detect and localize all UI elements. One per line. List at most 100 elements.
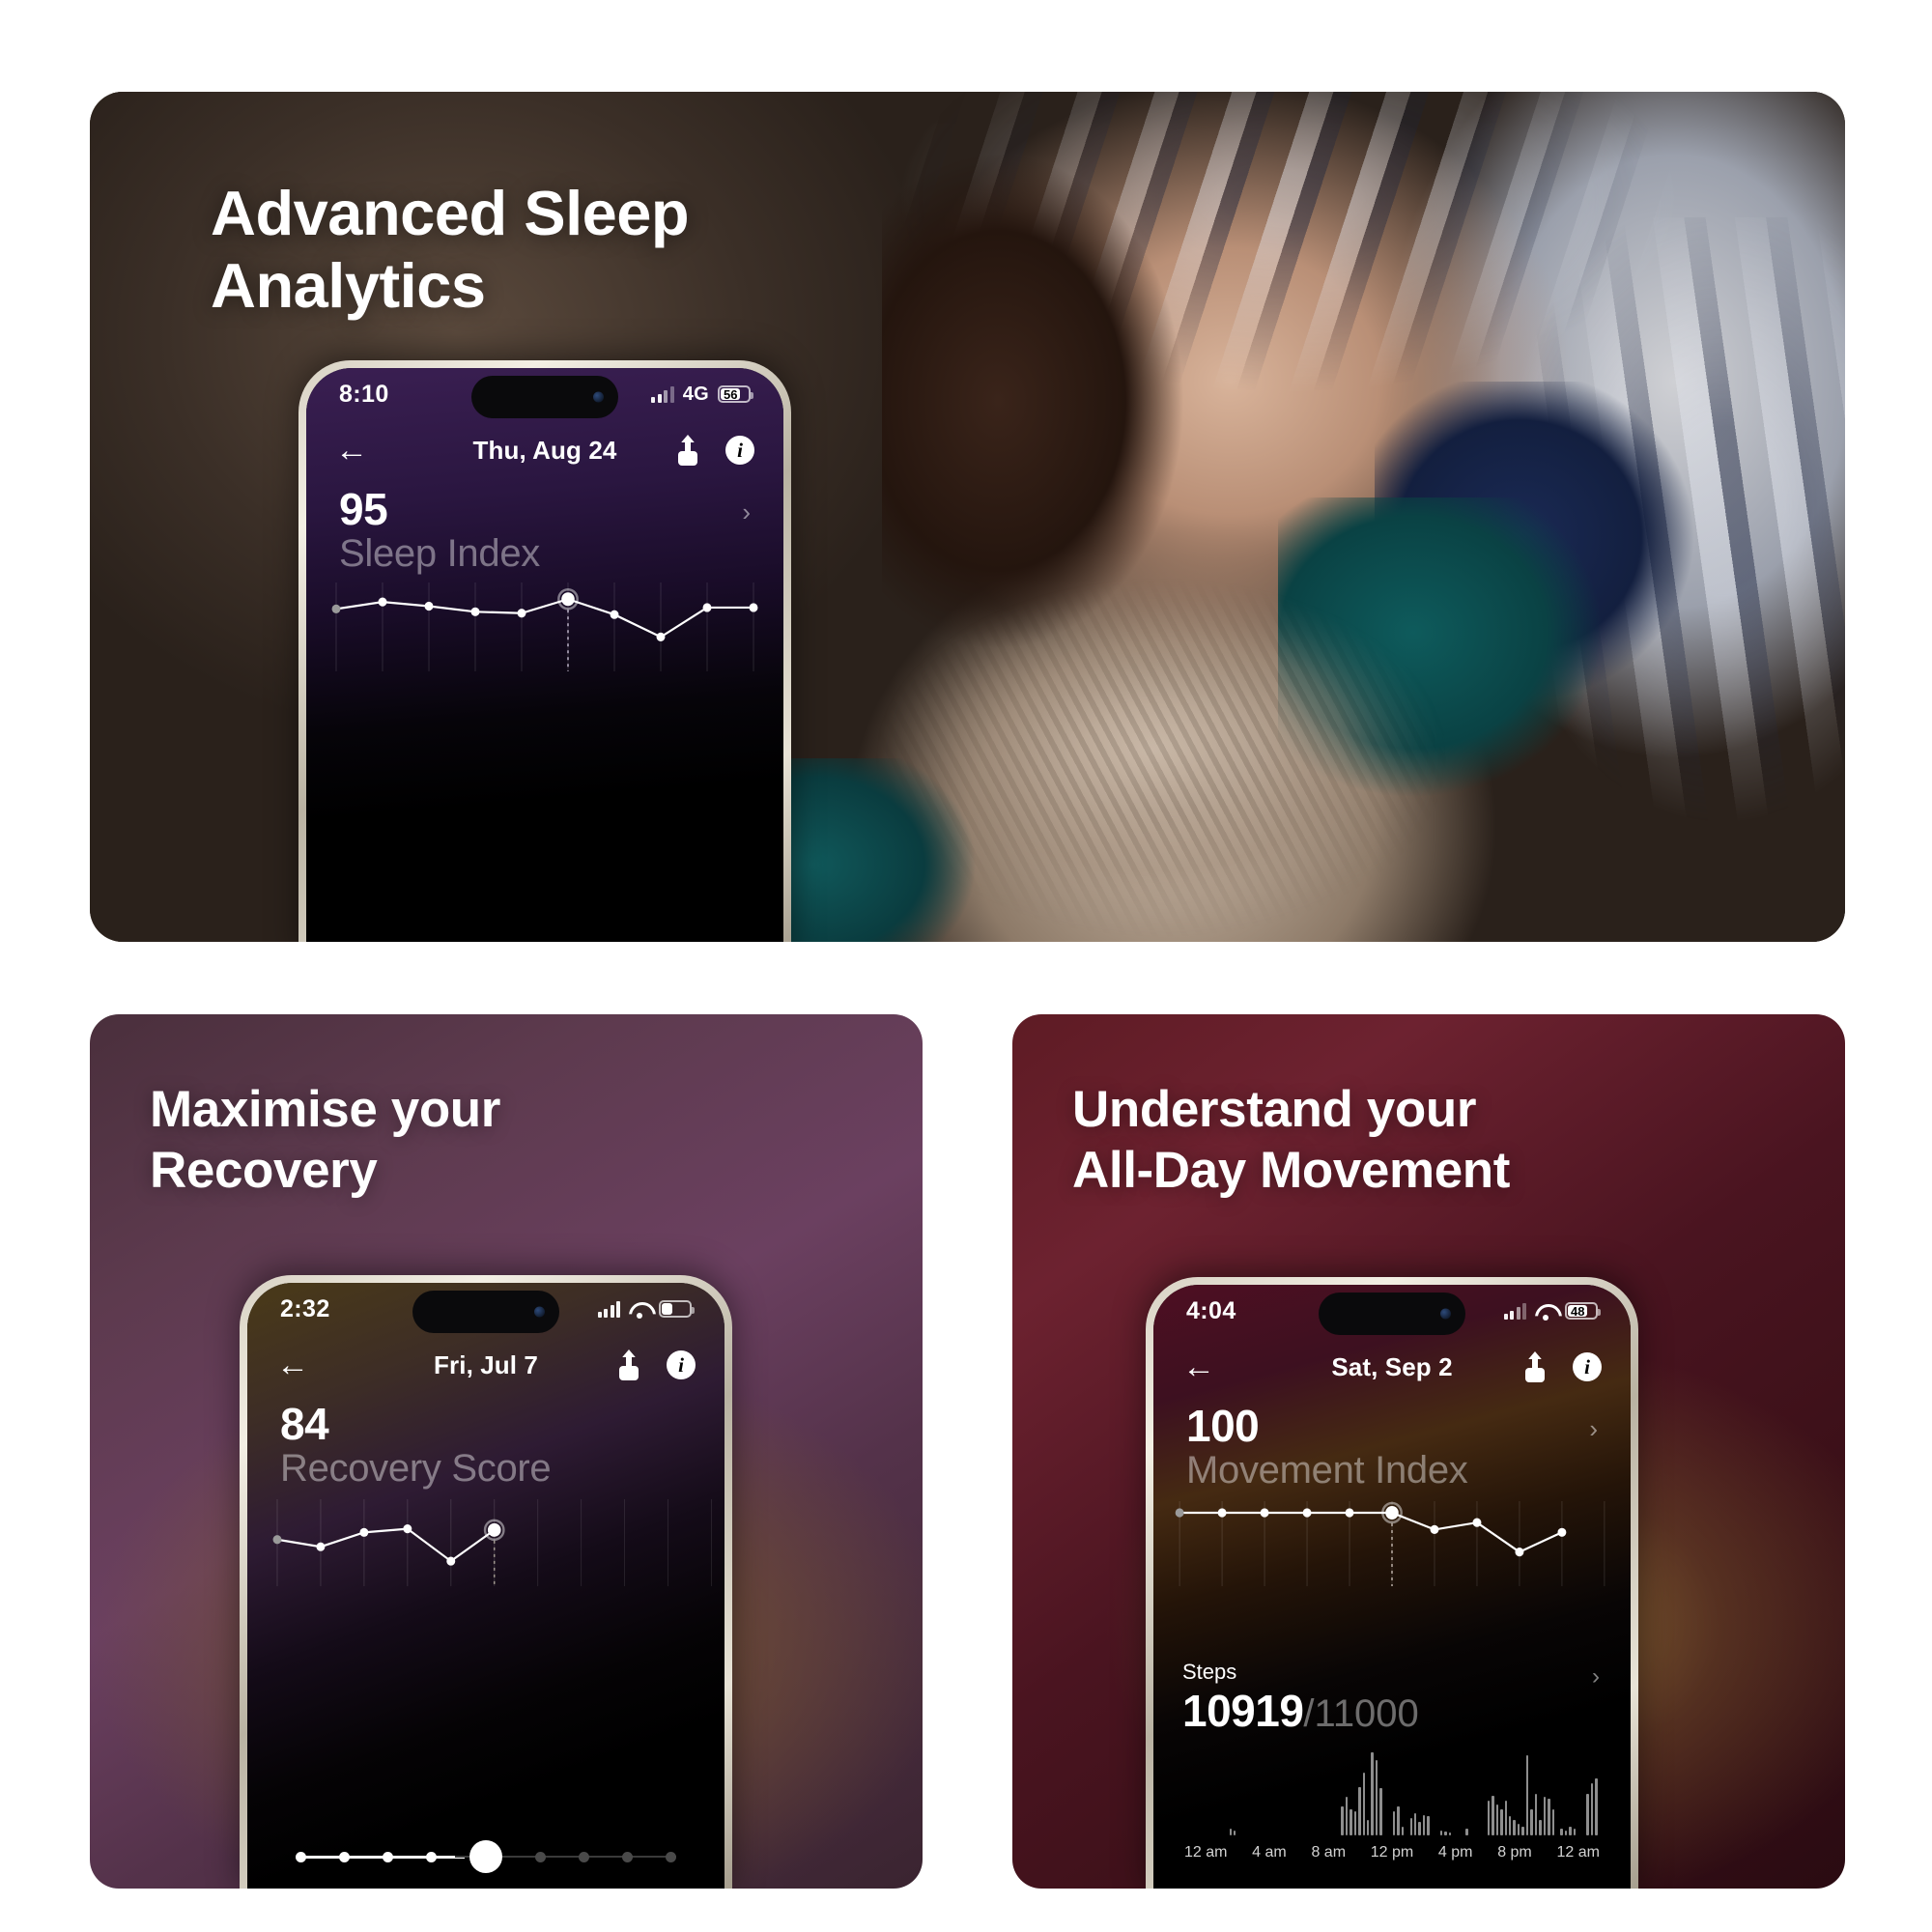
steps-hourly-bar-chart (1182, 1752, 1602, 1836)
battery-level-fill (662, 1303, 672, 1315)
steps-bar (1564, 1830, 1568, 1836)
slider-step-dot[interactable] (535, 1851, 546, 1862)
metric-header-sleep[interactable]: 95 Sleep Index › (306, 476, 783, 576)
status-time: 4:04 (1186, 1296, 1236, 1324)
steps-bar (1414, 1812, 1417, 1836)
slider-step-dot[interactable] (383, 1851, 393, 1862)
steps-bar (1548, 1799, 1550, 1836)
steps-section[interactable]: Steps 10919/11000 › 12 am 4 am 8 am 12 pm 4 … (1153, 1660, 1631, 1861)
steps-bar (1569, 1827, 1572, 1836)
chevron-right-icon[interactable]: › (742, 497, 751, 527)
arrow-left-icon[interactable]: ← (335, 434, 368, 467)
sleep-index-trend-chart[interactable] (306, 579, 783, 685)
status-indicators (597, 1300, 695, 1319)
steps-goal: /11000 (1303, 1692, 1419, 1736)
steps-bar (1229, 1829, 1232, 1836)
steps-bar (1586, 1793, 1589, 1836)
recovery-score-label: Recovery Score (280, 1447, 552, 1491)
info-icon[interactable]: i (725, 436, 754, 465)
steps-bar (1539, 1820, 1542, 1836)
steps-bar (1427, 1816, 1430, 1836)
slider-step-dot[interactable] (426, 1851, 437, 1862)
chart-data-points (272, 1519, 505, 1566)
slider-step-dot[interactable] (579, 1851, 589, 1862)
hero-card-sleep: Advanced Sleep Analytics 8:10 4G 56 ← Th… (90, 92, 1845, 942)
steps-bar (1465, 1829, 1468, 1836)
steps-bar (1508, 1816, 1512, 1836)
steps-bar (1350, 1809, 1352, 1836)
cellular-signal-icon (597, 1300, 620, 1318)
phone-screen-recovery: 2:32 ← Fri, Jul 7 i 84 Recovery Score (247, 1283, 724, 1889)
share-icon[interactable] (673, 435, 702, 466)
status-indicators: 48 (1503, 1302, 1601, 1321)
steps-bar (1392, 1810, 1396, 1836)
steps-bar (1504, 1801, 1507, 1836)
steps-bar (1418, 1821, 1421, 1836)
steps-bar (1530, 1809, 1533, 1836)
chart-gridlines (335, 582, 754, 672)
steps-bar (1573, 1829, 1577, 1836)
steps-bar (1375, 1760, 1378, 1836)
steps-label: Steps (1182, 1660, 1237, 1685)
card-title-movement: Understand your All-Day Movement (1072, 1081, 1511, 1199)
time-axis-label: 4 pm (1437, 1844, 1473, 1861)
slider-step-dot[interactable] (666, 1851, 676, 1862)
status-indicators: 4G 56 (651, 383, 753, 406)
slider-steps[interactable] (296, 1835, 676, 1878)
dynamic-island (412, 1291, 559, 1333)
phone-mockup-movement: 4:04 48 ← Sat, Sep 2 i 100 Movement Inde… (1146, 1277, 1638, 1889)
dynamic-island (471, 376, 618, 418)
chevron-right-icon[interactable]: › (1592, 1663, 1600, 1690)
cellular-signal-icon (651, 385, 674, 403)
steps-bar (1397, 1805, 1400, 1836)
recovery-score-trend-chart[interactable] (247, 1495, 724, 1600)
steps-bar (1409, 1818, 1413, 1836)
steps-bar (1401, 1827, 1405, 1836)
slider-step-dot[interactable] (469, 1840, 502, 1874)
page-title-date: Sat, Sep 2 (1331, 1351, 1453, 1381)
arrow-left-icon[interactable]: ← (276, 1349, 309, 1381)
app-navbar-movement: ← Sat, Sep 2 i (1153, 1337, 1631, 1393)
chevron-right-icon[interactable]: › (1589, 1414, 1598, 1444)
steps-bar (1379, 1787, 1382, 1836)
app-navbar-sleep: ← Thu, Aug 24 i (306, 420, 783, 476)
movement-index-trend-chart[interactable] (1153, 1497, 1631, 1602)
metric-header-recovery[interactable]: 84 Recovery Score (247, 1391, 724, 1491)
share-icon[interactable] (614, 1350, 643, 1380)
steps-bar (1513, 1820, 1516, 1836)
info-icon[interactable]: i (667, 1350, 696, 1379)
slider-step-dot[interactable] (622, 1851, 633, 1862)
steps-bar (1345, 1797, 1349, 1836)
network-type-label: 4G (682, 383, 709, 405)
recovery-rating-slider[interactable] (296, 1835, 676, 1878)
steps-bar (1521, 1827, 1524, 1836)
steps-bar (1448, 1832, 1452, 1836)
steps-bar (1233, 1830, 1236, 1836)
steps-bar (1500, 1809, 1503, 1836)
steps-bar (1362, 1773, 1366, 1836)
page-title-date: Fri, Jul 7 (434, 1350, 538, 1379)
marketing-page: Advanced Sleep Analytics 8:10 4G 56 ← Th… (0, 0, 1932, 1932)
steps-bar (1595, 1777, 1598, 1836)
front-camera-icon (534, 1306, 545, 1318)
cellular-signal-icon (1503, 1302, 1526, 1320)
chart-data-points (1175, 1502, 1567, 1557)
battery-percent: 56 (721, 387, 741, 402)
info-icon[interactable]: i (1573, 1352, 1602, 1381)
battery-icon: 56 (718, 385, 753, 403)
steps-bar (1487, 1801, 1491, 1836)
share-icon[interactable] (1520, 1351, 1549, 1382)
time-axis-label: 8 pm (1497, 1844, 1532, 1861)
steps-bar (1341, 1805, 1344, 1836)
slider-step-dot[interactable] (296, 1851, 306, 1862)
steps-bar (1534, 1793, 1538, 1836)
metric-header-movement[interactable]: 100 Movement Index › (1153, 1393, 1631, 1492)
arrow-left-icon[interactable]: ← (1182, 1350, 1215, 1383)
card-recovery: Maximise your Recovery 2:32 ← Fri, Jul 7… (90, 1014, 923, 1889)
status-time: 8:10 (339, 380, 389, 408)
chart-line (276, 1527, 496, 1563)
slider-step-dot[interactable] (339, 1851, 350, 1862)
status-bar-sleep: 8:10 4G 56 (306, 368, 783, 420)
hero-title: Advanced Sleep Analytics (211, 178, 690, 322)
status-bar-recovery: 2:32 (247, 1283, 724, 1335)
